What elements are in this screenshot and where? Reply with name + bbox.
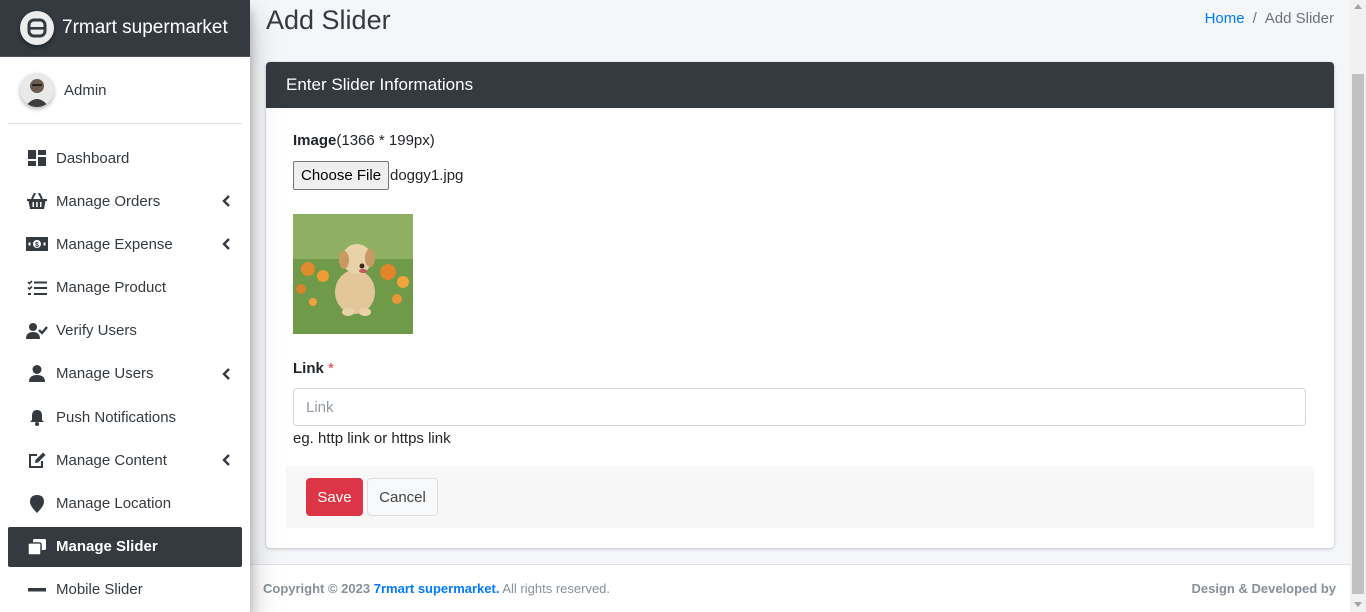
money-icon: $ [26, 234, 48, 254]
minus-icon [26, 580, 48, 600]
scrollbar-thumb[interactable] [1352, 74, 1364, 594]
image-size-hint: (1366 * 199px) [336, 132, 435, 149]
choose-file-button[interactable]: Choose File [293, 161, 390, 190]
sidebar-item-label: Manage Location [56, 495, 172, 512]
link-input[interactable] [293, 388, 1306, 426]
svg-text:$: $ [35, 242, 39, 249]
page-footer: Copyright © 2023 7rmart supermarket. All… [250, 564, 1350, 612]
vertical-scrollbar[interactable] [1350, 0, 1366, 612]
brand-link[interactable]: 7rmart supermarket [0, 0, 250, 57]
sidebar-item-mobile-slider[interactable]: Mobile Slider [8, 570, 242, 610]
bell-icon [26, 407, 48, 427]
scroll-down-arrow-icon[interactable] [1354, 602, 1362, 607]
selected-file-name: doggy1.jpg [390, 167, 464, 184]
image-preview [293, 214, 413, 334]
breadcrumb-separator: / [1252, 10, 1257, 27]
dashboard-icon [26, 148, 48, 168]
user-name: Admin [64, 81, 107, 99]
sidebar-item-label: Manage Slider [56, 538, 158, 556]
chevron-left-icon [220, 194, 232, 208]
sidebar-item-manage-product[interactable]: Manage Product [8, 268, 242, 308]
user-icon [26, 364, 48, 384]
footer-credit: Design & Developed by [1191, 581, 1336, 596]
sidebar-item-manage-slider[interactable]: Manage Slider [8, 526, 242, 567]
rights-text: All rights reserved. [502, 581, 611, 596]
sidebar-item-push-notifications[interactable]: Push Notifications [8, 397, 242, 437]
link-help-text: eg. http link or https link [293, 430, 451, 447]
sidebar-item-manage-users[interactable]: Manage Users [8, 354, 242, 394]
sidebar-item-label: Verify Users [56, 322, 137, 340]
slider-form-card: Enter Slider Informations Image(1366 * 1… [266, 62, 1334, 548]
page-title: Add Slider [266, 5, 391, 35]
breadcrumb-home-link[interactable]: Home [1205, 10, 1245, 27]
brand-logo-icon [20, 11, 54, 45]
link-label-text: Link [293, 360, 324, 377]
user-check-icon [26, 321, 48, 341]
sidebar-item-dashboard[interactable]: Dashboard [8, 138, 242, 178]
image-label: Image(1366 * 199px) [293, 132, 435, 149]
sidebar-item-label: Manage Product [56, 279, 167, 297]
sidebar-item-label: Mobile Slider [56, 581, 143, 599]
chevron-left-icon [220, 237, 232, 251]
sidebar-item-label: Manage Content [56, 451, 167, 469]
card-footer: Save Cancel [286, 466, 1314, 528]
sidebar-item-manage-content[interactable]: Manage Content [8, 440, 242, 480]
map-pin-icon [26, 494, 48, 514]
breadcrumb: Home / Add Slider [1205, 10, 1334, 27]
copyright-text: Copyright © 2023 [263, 581, 371, 596]
sidebar-item-label: Push Notifications [56, 408, 177, 426]
user-panel[interactable]: Admin [8, 57, 242, 124]
image-label-text: Image [293, 132, 337, 149]
link-label: Link * [293, 360, 334, 377]
save-button[interactable]: Save [306, 478, 363, 516]
sidebar-item-manage-location[interactable]: Manage Location [8, 484, 242, 524]
scroll-up-arrow-icon[interactable] [1354, 4, 1362, 9]
cancel-button[interactable]: Cancel [367, 478, 438, 516]
footer-brand-link[interactable]: 7rmart supermarket. [374, 581, 500, 596]
chevron-left-icon [220, 367, 232, 381]
sidebar-item-label: Manage Orders [56, 192, 161, 210]
breadcrumb-current: Add Slider [1264, 10, 1334, 27]
sidebar-item-manage-expense[interactable]: $ Manage Expense [8, 224, 242, 264]
sidebar-item-label: Manage Users [56, 365, 154, 383]
basket-icon [26, 191, 48, 211]
window-restore-icon [26, 537, 48, 557]
sidebar-item-manage-orders[interactable]: Manage Orders [8, 181, 242, 221]
sidebar: 7rmart supermarket Admin Dashboard Manag… [0, 0, 250, 612]
footer-copyright: Copyright © 2023 7rmart supermarket. All… [263, 581, 610, 596]
avatar [20, 73, 54, 107]
sidebar-item-label: Manage Expense [56, 235, 173, 253]
sidebar-nav: Dashboard Manage Orders $ Manage Expense… [0, 138, 250, 610]
brand-name: 7rmart supermarket [62, 17, 228, 38]
main-content: Add Slider Home / Add Slider Enter Slide… [250, 0, 1350, 612]
tasks-list-icon [26, 278, 48, 298]
edit-icon [26, 450, 48, 470]
sidebar-item-label: Dashboard [56, 149, 130, 167]
chevron-left-icon [220, 453, 232, 467]
required-asterisk: * [328, 360, 334, 377]
card-header: Enter Slider Informations [266, 62, 1334, 108]
sidebar-item-verify-users[interactable]: Verify Users [8, 311, 242, 351]
